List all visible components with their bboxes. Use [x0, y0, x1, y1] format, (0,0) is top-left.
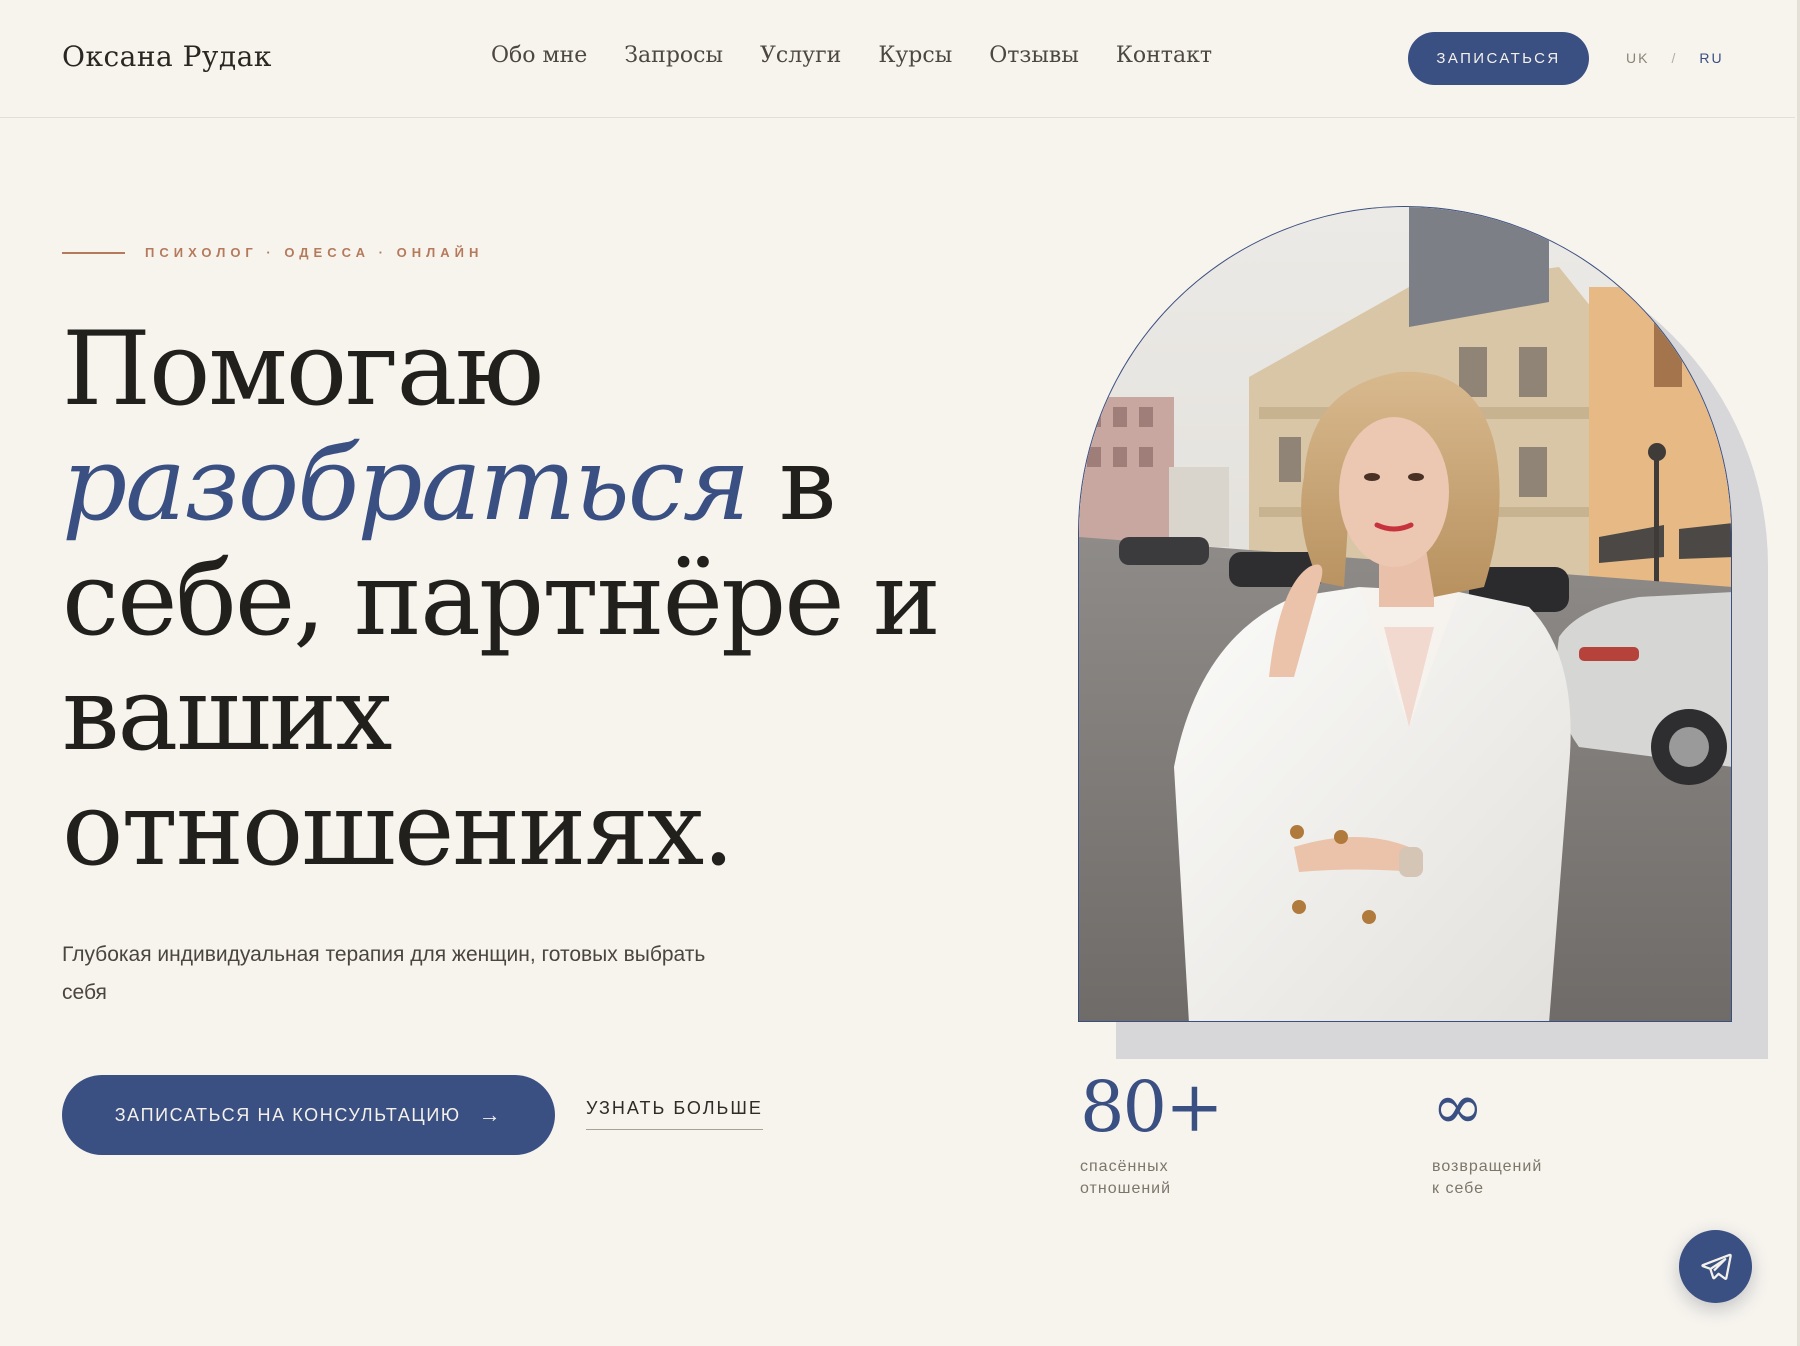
- lang-uk-link[interactable]: UK: [1626, 50, 1649, 66]
- arrow-right-icon: →: [478, 1102, 503, 1127]
- eyebrow-text: ПСИХОЛОГ · ОДЕССА · ОНЛАЙН: [145, 245, 484, 260]
- headline-line3: себе, партнёре и: [62, 540, 941, 659]
- stat-relationships: 80+ спасённых отношений: [1080, 1066, 1224, 1200]
- header-signup-button[interactable]: ЗАПИСАТЬСЯ: [1408, 32, 1589, 85]
- stat-returns-caption-line1: возвращений: [1432, 1158, 1543, 1175]
- site-header: Оксана Рудак Обо мне Запросы Услуги Курс…: [0, 0, 1795, 118]
- headline-line5: отношениях.: [62, 770, 735, 889]
- book-consultation-label: ЗАПИСАТЬСЯ НА КОНСУЛЬТАЦИЮ: [114, 1104, 461, 1125]
- stat-relationships-caption-line1: спасённых: [1080, 1158, 1169, 1175]
- lang-separator: /: [1671, 50, 1678, 66]
- main-nav: Обо мне Запросы Услуги Курсы Отзывы Конт…: [491, 43, 1212, 68]
- hero-headline: Помогаю разобраться в себе, партнёре и в…: [62, 312, 962, 887]
- stat-returns-caption: возвращений к себе: [1432, 1156, 1572, 1200]
- lang-ru-link[interactable]: RU: [1699, 50, 1723, 66]
- telegram-send-icon: [1700, 1253, 1732, 1280]
- hero-eyebrow: ПСИХОЛОГ · ОДЕССА · ОНЛАЙН: [62, 245, 483, 260]
- brand-logo[interactable]: Оксана Рудак: [62, 40, 272, 73]
- hero-lead-text: Глубокая индивидуальная терапия для женщ…: [62, 943, 706, 1004]
- nav-link-services[interactable]: Услуги: [760, 43, 841, 68]
- headline-after-accent: в: [778, 425, 836, 544]
- portrait-illustration: [1079, 207, 1731, 1021]
- nav-link-contact[interactable]: Контакт: [1116, 43, 1212, 68]
- learn-more-link[interactable]: УЗНАТЬ БОЛЬШЕ: [586, 1098, 763, 1130]
- stat-relationships-value: 80+: [1080, 1066, 1224, 1148]
- nav-link-reviews[interactable]: Отзывы: [989, 43, 1079, 68]
- nav-link-requests[interactable]: Запросы: [624, 43, 723, 68]
- telegram-button[interactable]: [1679, 1230, 1752, 1303]
- headline-line1: Помогаю: [62, 310, 544, 429]
- stat-relationships-caption: спасённых отношений: [1080, 1156, 1220, 1200]
- nav-link-courses[interactable]: Курсы: [878, 43, 952, 68]
- eyebrow-divider: [62, 251, 125, 254]
- page: Оксана Рудак Обо мне Запросы Услуги Курс…: [0, 0, 1800, 1346]
- stat-returns: ∞ возвращений к себе: [1432, 1072, 1572, 1200]
- nav-link-about[interactable]: Обо мне: [491, 43, 587, 68]
- stat-relationships-caption-line2: отношений: [1080, 1180, 1172, 1197]
- headline-line4: ваших: [62, 655, 393, 774]
- language-switcher: UK / RU: [1626, 50, 1724, 66]
- headline-accent-word: разобраться: [62, 425, 750, 544]
- stat-returns-caption-line2: к себе: [1432, 1180, 1485, 1197]
- hero-portrait-photo: [1078, 206, 1732, 1022]
- stat-returns-value: ∞: [1432, 1070, 1484, 1143]
- book-consultation-button[interactable]: ЗАПИСАТЬСЯ НА КОНСУЛЬТАЦИЮ →: [62, 1075, 555, 1155]
